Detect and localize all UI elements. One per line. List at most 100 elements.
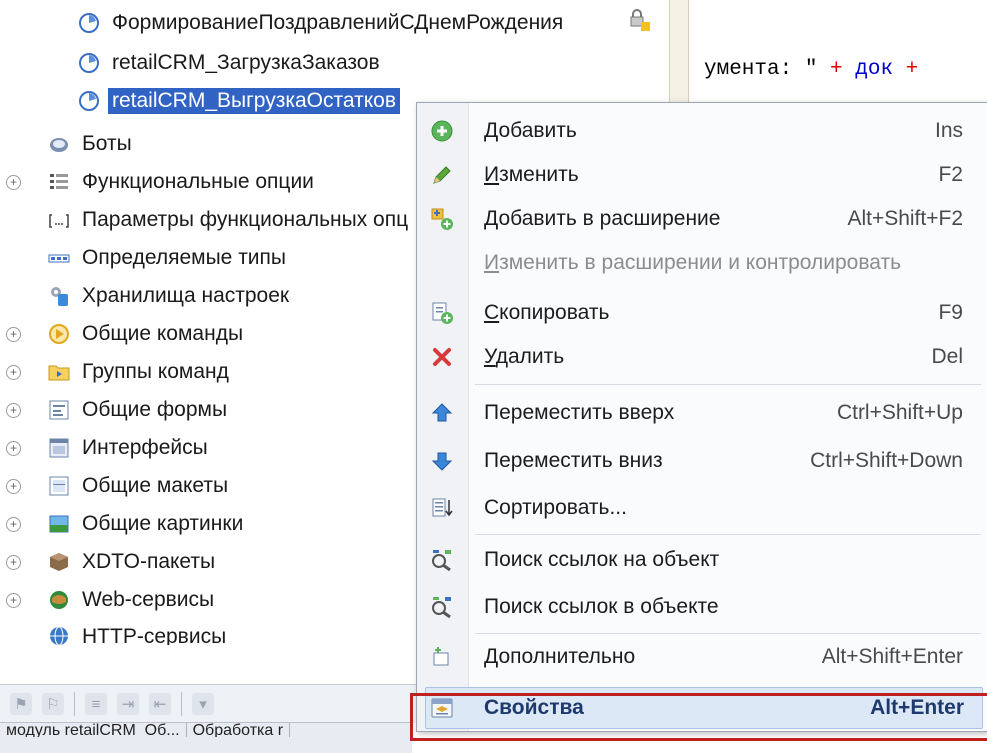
tree-item-common-commands[interactable]: + Общие команды xyxy=(6,315,244,353)
menu-item-edit[interactable]: Изменить F2 xyxy=(417,156,987,194)
window-tab-module[interactable]: модуль retailCRM_Об... xyxy=(0,723,187,737)
tree-item-label: Функциональные опции xyxy=(82,170,314,193)
expand-icon[interactable]: + xyxy=(6,478,21,494)
menu-item-label: Скопировать xyxy=(484,301,610,324)
menu-item-shortcut: Del xyxy=(931,345,963,368)
expand-icon[interactable]: + xyxy=(6,440,21,456)
find-refs-in-icon xyxy=(429,594,455,620)
menu-item-add-to-extension[interactable]: Добавить в расширение Alt+Shift+F2 xyxy=(417,200,987,238)
functional-params-icon xyxy=(48,209,70,231)
http-service-icon xyxy=(48,625,70,645)
flag-off-icon[interactable]: ⚐ xyxy=(42,693,64,715)
add-icon xyxy=(429,118,455,144)
tree-item-interfaces[interactable]: + Интерфейсы xyxy=(6,429,208,467)
tree-item-common-forms[interactable]: + Общие формы xyxy=(6,391,228,429)
expand-icon[interactable]: + xyxy=(6,554,21,570)
pencil-icon xyxy=(429,162,455,188)
window-tab-processing[interactable]: Обработка r xyxy=(187,723,291,737)
toolbar-divider xyxy=(181,692,182,716)
menu-item-label: Добавить в расширение xyxy=(484,207,721,230)
tree-item-functional-options[interactable]: + Функциональные опции xyxy=(6,163,314,201)
arrow-down-icon xyxy=(429,448,455,474)
lock-icon xyxy=(628,8,654,34)
code-keyword: док xyxy=(855,58,894,81)
menu-item-delete[interactable]: Удалить Del xyxy=(417,338,987,376)
expand-icon[interactable]: + xyxy=(6,326,21,342)
menu-item-shortcut: Alt+Shift+Enter xyxy=(821,645,963,668)
tree-item-functional-params[interactable]: Параметры функциональных опц xyxy=(48,201,408,239)
tree-item-bots[interactable]: Боты xyxy=(48,125,132,163)
properties-icon xyxy=(430,695,456,721)
menu-item-copy[interactable]: Скопировать F9 xyxy=(417,294,987,332)
expand-icon[interactable]: + xyxy=(6,592,21,608)
tree-item-label: ФормированиеПоздравленийСДнемРождения xyxy=(112,11,564,34)
menu-item-label: Свойства xyxy=(484,696,584,719)
tree-toolbar: ⚑ ⚐ ≡ ⇥ ⇤ ▾ xyxy=(0,684,422,723)
bot-icon xyxy=(48,133,70,155)
process-icon xyxy=(78,90,100,112)
menu-item-label: Поиск ссылок на объект xyxy=(484,548,720,571)
tree-item-label: Параметры функциональных опц xyxy=(82,208,409,231)
find-refs-to-icon xyxy=(429,547,455,573)
menu-item-find-refs-in-object[interactable]: Поиск ссылок в объекте xyxy=(417,588,987,626)
menu-item-move-down[interactable]: Переместить вниз Ctrl+Shift+Down xyxy=(417,442,987,480)
arrow-up-icon xyxy=(429,400,455,426)
tree-item-http-services[interactable]: HTTP-сервисы xyxy=(48,619,226,645)
tree-item-xdto-packages[interactable]: + XDTO-пакеты xyxy=(6,543,215,581)
copy-icon xyxy=(429,300,455,326)
sort-icon xyxy=(429,495,455,521)
menu-separator xyxy=(475,534,981,535)
window-tabs-bar: модуль retailCRM_Об... Обработка r xyxy=(0,722,412,753)
code-operator: + xyxy=(893,58,919,81)
menu-item-move-up[interactable]: Переместить вверх Ctrl+Shift+Up xyxy=(417,394,987,432)
menu-item-add[interactable]: Добавить Ins xyxy=(417,112,987,150)
tree-item-birthday-greetings[interactable]: ФормированиеПоздравленийСДнемРождения xyxy=(78,4,563,42)
menu-item-edit-in-extension: Изменить в расширении и контролировать xyxy=(417,244,987,282)
flag-icon[interactable]: ⚑ xyxy=(10,693,32,715)
tree-item-load-orders[interactable]: retailCRM_ЗагрузкаЗаказов xyxy=(78,44,380,82)
menu-item-shortcut: Ins xyxy=(934,119,963,142)
expand-icon[interactable]: + xyxy=(6,364,21,380)
document-dropdown-icon[interactable]: ▾ xyxy=(192,693,214,715)
functional-options-icon xyxy=(48,171,70,193)
expand-icon[interactable]: + xyxy=(6,402,21,418)
menu-item-shortcut: Ctrl+Shift+Down xyxy=(810,449,963,472)
menu-item-properties[interactable]: Свойства Alt+Enter xyxy=(425,687,983,729)
tree-item-web-services[interactable]: + Web-сервисы xyxy=(6,581,214,619)
menu-item-label: Сортировать... xyxy=(484,496,627,519)
tree-item-label: Общие формы xyxy=(82,398,228,421)
menu-separator xyxy=(475,633,981,634)
tree-item-export-stock[interactable]: retailCRM_ВыгрузкаОстатков xyxy=(78,82,400,120)
tree-item-label: Общие команды xyxy=(82,322,244,345)
tree-item-label: Определяемые типы xyxy=(82,246,287,269)
tree-item-label-selected: retailCRM_ВыгрузкаОстатков xyxy=(108,88,400,114)
tree-item-command-groups[interactable]: + Группы команд xyxy=(6,353,229,391)
menu-item-find-refs-to-object[interactable]: Поиск ссылок на объект xyxy=(417,541,987,579)
settings-storage-icon xyxy=(48,285,70,307)
tree-item-label: Хранилища настроек xyxy=(82,284,290,307)
delete-icon xyxy=(429,344,455,370)
indent-icon[interactable]: ⇥ xyxy=(117,693,139,715)
outdent-icon[interactable]: ⇤ xyxy=(149,693,171,715)
tree-item-defined-types[interactable]: Определяемые типы xyxy=(48,239,286,277)
list-icon[interactable]: ≡ xyxy=(85,693,107,715)
tree-item-common-templates[interactable]: + Общие макеты xyxy=(6,467,228,505)
menu-item-shortcut: F9 xyxy=(938,301,963,324)
tree-item-settings-storage[interactable]: Хранилища настроек xyxy=(48,277,289,315)
menu-item-shortcut: Ctrl+Shift+Up xyxy=(836,401,963,424)
menu-separator xyxy=(475,384,981,385)
menu-item-label: Дополнительно xyxy=(484,645,636,668)
command-icon xyxy=(48,323,70,345)
tree-item-common-pictures[interactable]: + Общие картинки xyxy=(6,505,244,543)
menu-item-label: Переместить вниз xyxy=(484,449,663,472)
menu-item-label: Изменить xyxy=(484,163,579,186)
code-editor-line[interactable]: умента: " + док + xyxy=(704,58,918,81)
menu-item-sort[interactable]: Сортировать... xyxy=(417,489,987,527)
menu-item-more[interactable]: Дополнительно Alt+Shift+Enter xyxy=(417,640,987,674)
context-menu: Добавить Ins Изменить F2 Добавить в расш… xyxy=(416,102,987,732)
expand-icon[interactable]: + xyxy=(6,174,21,190)
interface-icon xyxy=(48,437,70,459)
tree-item-label: Общие картинки xyxy=(82,512,244,535)
expand-icon[interactable]: + xyxy=(6,516,21,532)
defined-types-icon xyxy=(48,247,70,269)
